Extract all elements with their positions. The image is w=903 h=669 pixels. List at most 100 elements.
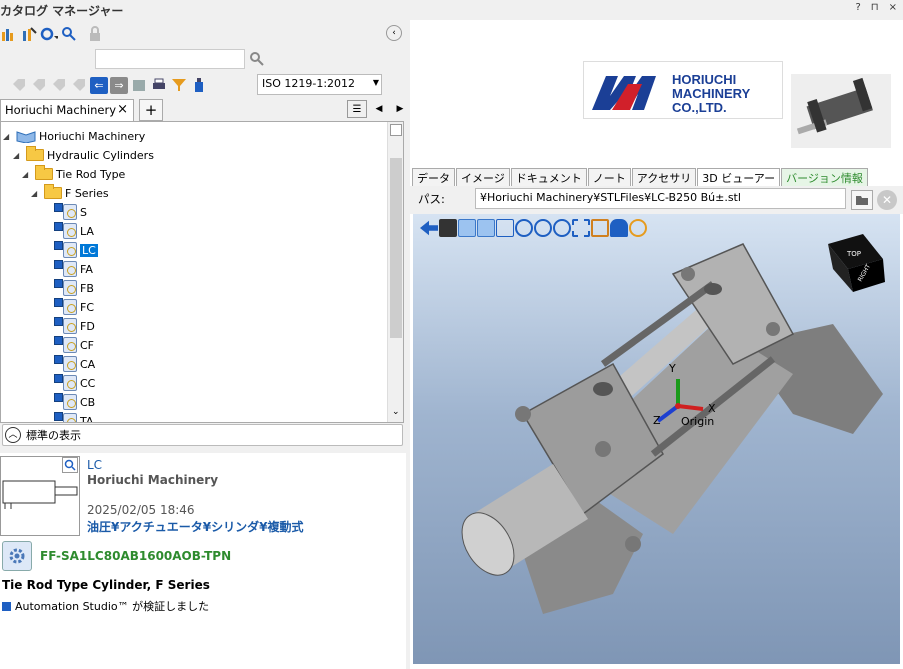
tree-node-root[interactable]: ◢ Horiuchi Machinery: [3, 127, 145, 145]
tree-label: CA: [80, 357, 96, 371]
standard-view-toggle[interactable]: ︿ 標準の表示: [2, 424, 403, 446]
zoom-window-icon[interactable]: [572, 219, 590, 237]
tree-node-leaf[interactable]: LC: [54, 241, 98, 259]
part-code[interactable]: FF-SA1LC80AB1600AOB-TPN: [40, 549, 231, 563]
search-input[interactable]: [95, 49, 245, 69]
navigation-cube[interactable]: TOP RIGHT: [828, 234, 885, 292]
tab-image[interactable]: イメージ: [456, 168, 510, 186]
tag-icon[interactable]: [10, 76, 28, 94]
tree-settings-icon[interactable]: [390, 124, 402, 136]
scroll-down-icon[interactable]: ⌄: [392, 407, 400, 417]
checked-icon[interactable]: [54, 393, 63, 402]
zoom-out-icon[interactable]: [553, 219, 571, 237]
print-icon[interactable]: [150, 76, 168, 94]
tree-node-leaf[interactable]: S: [54, 203, 87, 221]
browse-folder-icon[interactable]: [851, 190, 873, 210]
tree-node-leaf[interactable]: CF: [54, 336, 94, 354]
checked-icon[interactable]: [54, 241, 63, 250]
tab-accessories[interactable]: アクセサリ: [631, 168, 697, 186]
export-icon[interactable]: ⇒: [110, 76, 128, 94]
import-icon[interactable]: ⇐: [90, 76, 108, 94]
tab-next-icon[interactable]: ▶: [391, 100, 409, 118]
expand-icon[interactable]: ◢: [13, 151, 23, 160]
back-icon[interactable]: [420, 220, 438, 236]
checked-icon[interactable]: [54, 317, 63, 326]
tree-node-tierod[interactable]: ◢ Tie Rod Type: [22, 165, 125, 183]
tree-node-leaf[interactable]: LA: [54, 222, 94, 240]
shaded-view-icon[interactable]: [439, 219, 457, 237]
tab-data[interactable]: データ: [412, 168, 455, 186]
checked-icon[interactable]: [54, 336, 63, 345]
cube-top-label: TOP: [846, 250, 861, 258]
catalog-icon[interactable]: [0, 25, 18, 43]
close-button[interactable]: ×: [889, 2, 897, 13]
tools-icon[interactable]: [40, 25, 58, 43]
tree-scrollbar[interactable]: ⌄: [387, 122, 403, 422]
expand-icon[interactable]: ◢: [3, 132, 13, 141]
close-tab-icon[interactable]: ×: [117, 102, 128, 117]
tree-node-leaf[interactable]: TA: [54, 412, 93, 422]
checked-icon[interactable]: [54, 222, 63, 231]
list-icon[interactable]: ☰: [347, 100, 367, 118]
checked-icon[interactable]: [54, 298, 63, 307]
checked-icon[interactable]: [54, 203, 63, 212]
path-label: パス:: [418, 192, 445, 206]
tree-node-leaf[interactable]: FB: [54, 279, 94, 297]
add-tab-button[interactable]: +: [139, 99, 163, 121]
tag-remove-icon[interactable]: [50, 76, 68, 94]
expand-icon[interactable]: ◢: [22, 170, 32, 179]
tab-prev-icon[interactable]: ◀: [370, 100, 388, 118]
zoom-preview-icon[interactable]: [62, 457, 78, 473]
chevron-up-icon[interactable]: ︿: [5, 427, 21, 443]
tab-notes[interactable]: ノート: [587, 168, 631, 186]
tree-node-leaf[interactable]: CB: [54, 393, 95, 411]
tree-node-leaf[interactable]: CA: [54, 355, 96, 373]
3d-viewport[interactable]: Y X Z Origin TOP RIGHT: [413, 214, 900, 664]
tag-add-icon[interactable]: [30, 76, 48, 94]
part-icon: [63, 394, 77, 410]
perspective-icon[interactable]: [496, 219, 514, 237]
tree-node-fseries[interactable]: ◢ F Series: [31, 184, 109, 202]
tree-node-hydraulic[interactable]: ◢ Hydraulic Cylinders: [13, 146, 154, 164]
bottle-icon[interactable]: [190, 76, 208, 94]
wireframe-icon[interactable]: [477, 219, 495, 237]
rotate-icon[interactable]: [629, 219, 647, 237]
checked-icon[interactable]: [54, 412, 63, 421]
zoom-area-icon[interactable]: [591, 219, 609, 237]
checked-icon[interactable]: [54, 355, 63, 364]
clear-path-icon[interactable]: ✕: [877, 190, 897, 210]
checked-icon[interactable]: [54, 374, 63, 383]
search-go-icon[interactable]: [248, 50, 266, 68]
right-tabs: データ イメージ ドキュメント ノート アクセサリ 3D ビューアー バージョン…: [412, 168, 869, 187]
zoom-in-icon[interactable]: [534, 219, 552, 237]
search-icon[interactable]: [60, 25, 78, 43]
collapse-panel-icon[interactable]: ‹: [386, 25, 402, 41]
tab-documents[interactable]: ドキュメント: [510, 168, 587, 186]
folder-icon: [26, 146, 44, 161]
tab-horiuchi-machinery[interactable]: Horiuchi Machinery ×: [0, 99, 134, 121]
scroll-thumb[interactable]: [390, 158, 402, 338]
path-field[interactable]: ¥Horiuchi Machinery¥STLFiles¥LC-B250 Bú±…: [475, 188, 846, 209]
tab-3d-viewer[interactable]: 3D ビューアー: [697, 168, 781, 187]
filter-icon[interactable]: [170, 76, 188, 94]
logo-line2: MACHINERY: [672, 86, 751, 101]
help-button[interactable]: ?: [855, 2, 860, 13]
axes-toggle-icon[interactable]: [458, 219, 476, 237]
checked-icon[interactable]: [54, 260, 63, 269]
catalog-edit-icon[interactable]: [20, 25, 38, 43]
iso-standard-select[interactable]: ISO 1219-1:2012 ▼: [257, 74, 382, 95]
pin-button[interactable]: ⊓: [871, 2, 879, 13]
tree-node-leaf[interactable]: FC: [54, 298, 94, 316]
tree-node-leaf[interactable]: CC: [54, 374, 95, 392]
tree-node-leaf[interactable]: FA: [54, 260, 93, 278]
report-icon[interactable]: [130, 76, 148, 94]
pan-hand-icon[interactable]: [610, 219, 628, 237]
tab-version-info[interactable]: バージョン情報: [781, 168, 868, 186]
tag-edit-icon[interactable]: [70, 76, 88, 94]
gear-icon[interactable]: [2, 541, 32, 571]
lock-icon[interactable]: [86, 25, 104, 43]
zoom-fit-icon[interactable]: [515, 219, 533, 237]
tree-node-leaf[interactable]: FD: [54, 317, 95, 335]
expand-icon[interactable]: ◢: [31, 189, 41, 198]
checked-icon[interactable]: [54, 279, 63, 288]
